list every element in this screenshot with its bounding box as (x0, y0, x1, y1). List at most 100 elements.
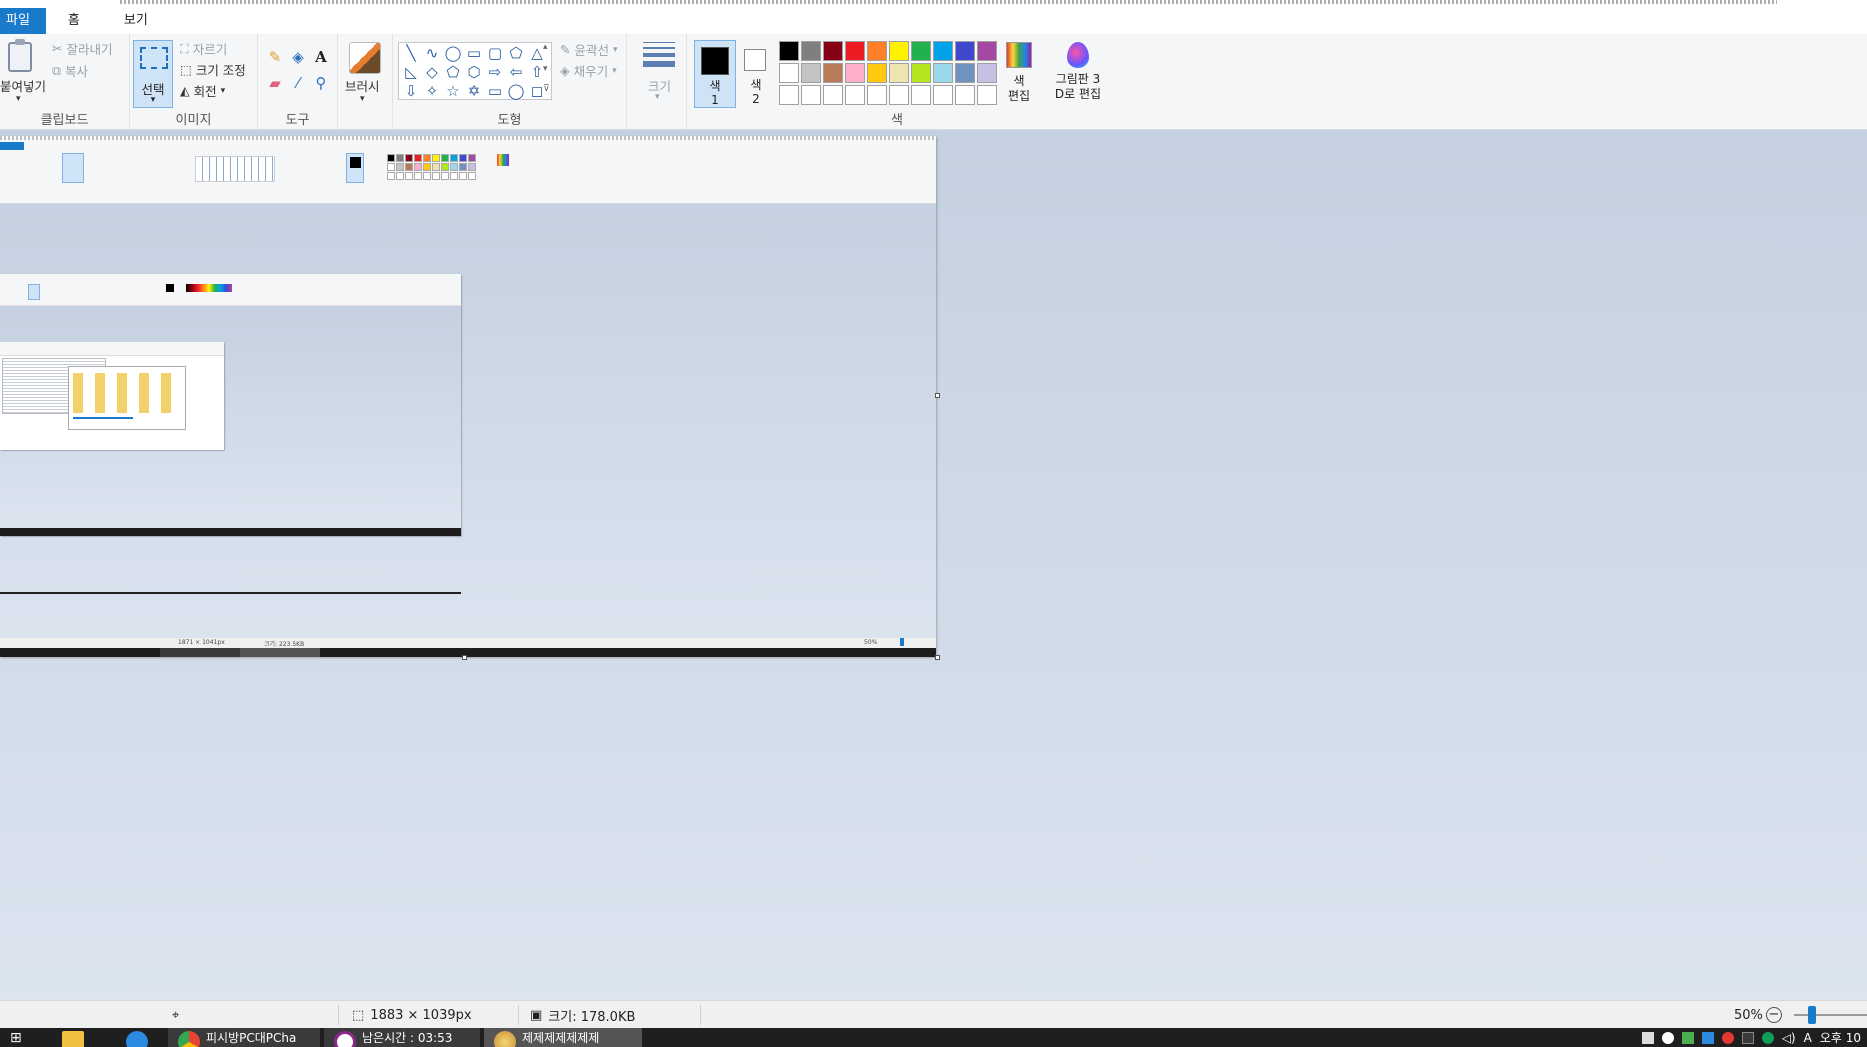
shield-icon[interactable] (1701, 1031, 1714, 1044)
palette-swatch[interactable] (779, 41, 799, 61)
shape-item[interactable]: ▭ (464, 44, 484, 63)
shape-item[interactable]: ⇨ (485, 63, 505, 82)
text-tool-icon[interactable]: A (312, 48, 330, 66)
palette-swatch[interactable] (779, 85, 799, 105)
outline-button[interactable]: ✎ 윤곽선 ▾ (560, 40, 618, 59)
shape-item[interactable]: ◇ (422, 63, 442, 82)
palette-swatch[interactable] (911, 63, 931, 83)
palette-swatch[interactable] (779, 63, 799, 83)
shapes-more-icon[interactable]: ⊽ (543, 84, 550, 94)
palette-swatch[interactable] (823, 63, 843, 83)
palette-swatch[interactable] (977, 63, 997, 83)
palette-swatch[interactable] (933, 85, 953, 105)
select-dropdown-icon[interactable]: ▾ (134, 95, 172, 105)
brushes-dropdown-icon[interactable]: ▾ (360, 94, 365, 104)
zoom-out-button[interactable]: − (1766, 1007, 1782, 1023)
shape-item[interactable]: ✡ (464, 82, 484, 101)
copy-button[interactable]: ⧉ 복사 (52, 61, 88, 80)
tray-app-icon[interactable] (1741, 1031, 1754, 1044)
palette-swatch[interactable] (867, 85, 887, 105)
resize-handle-bottom[interactable] (462, 655, 467, 660)
resize-handle-corner[interactable] (935, 655, 940, 660)
palette-swatch[interactable] (867, 41, 887, 61)
color2-button[interactable]: 색 2 (742, 40, 770, 108)
size-lines-icon[interactable] (643, 42, 675, 67)
zoom-slider-track[interactable] (1794, 1014, 1867, 1016)
palette-swatch[interactable] (933, 41, 953, 61)
palette-swatch[interactable] (823, 85, 843, 105)
palette-swatch[interactable] (801, 41, 821, 61)
shape-item[interactable]: ◯ (506, 82, 526, 101)
shape-item[interactable]: ⬠ (506, 44, 526, 63)
shape-item[interactable]: ╲ (401, 44, 421, 63)
taskbar-item-chrome[interactable]: 피시방PC대PCha (168, 1028, 320, 1047)
palette-swatch[interactable] (845, 41, 865, 61)
palette-swatch[interactable] (801, 63, 821, 83)
shape-item[interactable]: ✧ (422, 82, 442, 101)
shapes-scroll-down-icon[interactable]: ▾ (543, 64, 548, 74)
shape-item[interactable]: ▢ (485, 44, 505, 63)
shape-item[interactable]: ⬡ (464, 63, 484, 82)
shape-item[interactable]: ◺ (401, 63, 421, 82)
taskbar-item-timer[interactable]: 남은시간 : 03:53 (324, 1028, 480, 1047)
palette-swatch[interactable] (823, 41, 843, 61)
resize-handle-right[interactable] (935, 393, 940, 398)
ime-icon[interactable]: A (1804, 1031, 1812, 1045)
taskbar-ie[interactable] (116, 1028, 156, 1047)
fill-button[interactable]: ◈ 채우기 ▾ (560, 61, 617, 80)
color-picker-icon[interactable]: ⁄ (289, 74, 307, 92)
shape-item[interactable]: ⇦ (506, 63, 526, 82)
shape-item[interactable]: ◯ (443, 44, 463, 63)
eraser-icon[interactable]: ▰ (266, 74, 284, 92)
tab-view[interactable]: 보기 (102, 8, 170, 34)
paste-icon[interactable] (8, 39, 32, 72)
palette-swatch[interactable] (867, 63, 887, 83)
palette-swatch[interactable] (845, 85, 865, 105)
shape-item[interactable]: ▭ (485, 82, 505, 101)
brush-icon[interactable] (349, 42, 381, 74)
resize-button[interactable]: ⬚ 크기 조정 (180, 60, 246, 79)
paste-button[interactable]: 붙여넣기 (0, 76, 46, 95)
shape-item[interactable]: ⬠ (443, 63, 463, 82)
volume-icon[interactable]: ◁) (1782, 1031, 1796, 1045)
shapes-scroll-up-icon[interactable]: ▴ (543, 42, 548, 52)
palette-swatch[interactable] (955, 85, 975, 105)
edit-colors-button[interactable]: 색 편집 (1003, 40, 1035, 110)
taskbar-item-paint[interactable]: 제제제제제제제 (484, 1028, 642, 1047)
cut-button[interactable]: ✂ 잘라내기 (52, 39, 113, 58)
paint3d-button[interactable]: 그림판 3 D로 편집 (1053, 40, 1103, 110)
crop-button[interactable]: ⛶ 자르기 (180, 39, 227, 58)
pencil-icon[interactable]: ✎ (266, 48, 284, 66)
clock[interactable]: 오후 10 (1820, 1029, 1861, 1046)
tab-file[interactable]: 파일 (0, 8, 46, 34)
shape-item[interactable]: ⇩ (401, 82, 421, 101)
start-button[interactable]: ⊞ (0, 1028, 40, 1047)
color1-button[interactable]: 색 1 (694, 40, 736, 108)
palette-swatch[interactable] (889, 63, 909, 83)
green-app-icon[interactable] (1761, 1031, 1774, 1044)
fill-bucket-icon[interactable]: ◈ (289, 48, 307, 66)
palette-swatch[interactable] (955, 63, 975, 83)
magnifier-icon[interactable]: ⚲ (312, 74, 330, 92)
brushes-button[interactable]: 브러시 (345, 76, 380, 95)
palette-swatch[interactable] (911, 41, 931, 61)
palette-swatch[interactable] (889, 85, 909, 105)
palette-swatch[interactable] (845, 63, 865, 83)
palette-swatch[interactable] (977, 85, 997, 105)
palette-swatch[interactable] (977, 41, 997, 61)
rotate-button[interactable]: ◭ 회전 ▾ (180, 81, 225, 100)
palette-swatch[interactable] (955, 41, 975, 61)
palette-swatch[interactable] (801, 85, 821, 105)
palette-swatch[interactable] (933, 63, 953, 83)
size-dropdown-icon[interactable]: ▾ (655, 92, 660, 102)
select-button[interactable]: 선택 ▾ (133, 40, 173, 108)
alert-icon[interactable] (1721, 1031, 1734, 1044)
network-icon[interactable] (1641, 1031, 1654, 1044)
tab-home[interactable]: 홈 (46, 8, 102, 34)
app-tray-icon[interactable] (1661, 1031, 1674, 1044)
palette-swatch[interactable] (911, 85, 931, 105)
security-icon[interactable] (1681, 1031, 1694, 1044)
shape-item[interactable]: ☆ (443, 82, 463, 101)
paste-dropdown-icon[interactable]: ▾ (16, 94, 21, 104)
zoom-slider-thumb[interactable] (1808, 1006, 1816, 1024)
